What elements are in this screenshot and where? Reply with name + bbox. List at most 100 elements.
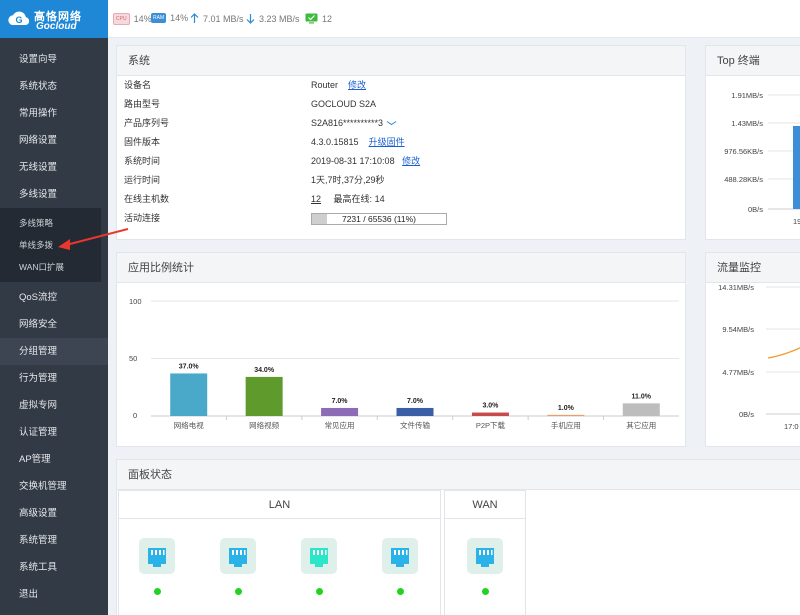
row-value: 4.3.0.15815 升级固件 (311, 133, 405, 152)
link-status-dot (154, 588, 161, 595)
connections-progress-bar: 7231 / 65536 (11%) (311, 212, 447, 225)
bar-value-label: 34.0% (254, 367, 275, 374)
row-value: S2A816**********3 (311, 114, 397, 133)
row-key: 运行时间 (124, 175, 161, 185)
logo[interactable]: G 高恪网络 Gocloud (0, 0, 108, 38)
bar-value-label: 1.0% (558, 405, 575, 412)
sidebar-item-system-management[interactable]: 系统管理 (0, 527, 108, 554)
y-tick-label: 1.91MB/s (731, 91, 763, 100)
online-device-icon (305, 13, 318, 24)
row-key: 设备名 (124, 80, 152, 90)
app-stats-title: 应用比例统计 (117, 253, 685, 283)
lan-port-1[interactable] (139, 538, 175, 574)
sidebar-item-system-status[interactable]: 系统状态 (0, 73, 108, 100)
wan-label-text: WAN (472, 499, 498, 511)
lan-port-4[interactable] (382, 538, 418, 574)
sidebar-subitem-multi-line-policy[interactable]: 多线策略 (0, 212, 101, 234)
download-value: 3.23 MB/s (259, 13, 300, 24)
lan-label-text: LAN (268, 499, 291, 511)
y-tick-label: 976.56KB/s (724, 147, 763, 156)
edit-time-link[interactable]: 修改 (402, 156, 420, 166)
sidebar-submenu-multi-line: 多线策略 单线多拨 WAN口扩展 (0, 208, 101, 282)
app-stats-chart: 100 50 0 37.0% 网络电视 34.0% 网络视频 7.0% 常见应用 7.0% 文… (129, 297, 679, 430)
wan-port-1[interactable] (467, 538, 503, 574)
category-label: 手机应用 (551, 420, 581, 430)
y-tick-label: 100 (129, 297, 142, 306)
sidebar-item-system-tools[interactable]: 系统工具 (0, 554, 108, 581)
ram-value: 14% (170, 13, 189, 23)
row-value: GOCLOUD S2A (311, 99, 377, 109)
x-tick-label: 17:0 (784, 422, 799, 431)
edit-device-name-link[interactable]: 修改 (348, 80, 366, 90)
bar-value-label: 37.0% (179, 363, 200, 370)
sidebar-item-common-operations[interactable]: 常用操作 (0, 100, 108, 127)
lan-label: LAN (119, 491, 440, 519)
sidebar-item-qos[interactable]: QoS流控 (0, 284, 108, 311)
sidebar-item-advanced-settings[interactable]: 高级设置 (0, 500, 108, 527)
y-tick-label: 9.54MB/s (722, 325, 754, 334)
upload-stat: 7.01 MB/s (190, 13, 244, 24)
sidebar-item-network-security[interactable]: 网络安全 (0, 311, 108, 338)
bar (547, 414, 585, 416)
sidebar-item-wireless-settings[interactable]: 无线设置 (0, 154, 108, 181)
link-status-dot (482, 588, 489, 595)
sidebar-item-logout[interactable]: 退出 (0, 581, 108, 608)
download-arrow-icon (246, 14, 255, 24)
online-device-stat: 12 (305, 13, 332, 24)
row-value: 12 最高在线: 14 (311, 190, 385, 209)
row-value: 7231 / 65536 (11%) (311, 209, 447, 228)
flow-monitor-title: 流量监控 (706, 253, 800, 283)
y-tick-label: 0 (133, 411, 137, 420)
category-label: 其它应用 (626, 420, 656, 430)
y-tick-label: 488.28KB/s (724, 175, 763, 184)
system-row-uptime: 运行时间 1天,7时,37分,29秒 (117, 171, 687, 190)
upgrade-firmware-link[interactable]: 升级固件 (369, 137, 405, 147)
upload-value: 7.01 MB/s (203, 13, 244, 24)
y-tick-label: 50 (129, 354, 137, 363)
sidebar-subitem-single-line-multi-dial[interactable]: 单线多拨 (0, 234, 101, 256)
lan-port-3[interactable] (301, 538, 337, 574)
app-stats-panel: 应用比例统计 100 50 0 37.0% 网络电视 34.0% 网络视频 7.0% 常见… (116, 252, 686, 447)
terminal-bar (793, 126, 800, 209)
ethernet-port-icon (310, 548, 328, 567)
sidebar-item-network-settings[interactable]: 网络设置 (0, 127, 108, 154)
serial-value: S2A816**********3 (311, 118, 384, 128)
sidebar-item-switch-management[interactable]: 交换机管理 (0, 473, 108, 500)
row-key: 在线主机数 (124, 194, 170, 204)
sidebar-item-vpn[interactable]: 虚拟专网 (0, 392, 108, 419)
bar (396, 407, 434, 416)
bar-value-label: 7.0% (332, 398, 349, 405)
online-hosts-link[interactable]: 12 (311, 194, 321, 204)
sidebar-subitem-wan-expansion[interactable]: WAN口扩展 (0, 256, 101, 278)
sidebar-item-auth-management[interactable]: 认证管理 (0, 419, 108, 446)
system-time-value: 2019-08-31 17:10:08 (311, 156, 395, 166)
ethernet-port-icon (148, 548, 166, 567)
flow-line (767, 347, 800, 359)
sidebar: 设置向导 系统状态 常用操作 网络设置 无线设置 多线设置 多线策略 单线多拨 … (0, 38, 108, 615)
sidebar-item-multi-line-settings[interactable]: 多线设置 (0, 181, 108, 208)
cloud-logo-icon: G (8, 11, 30, 25)
sidebar-item-group-management[interactable]: 分组管理 (0, 338, 108, 365)
ethernet-port-icon (391, 548, 409, 567)
top-terminal-title: Top 终端 (706, 46, 800, 76)
sidebar-item-behavior-management[interactable]: 行为管理 (0, 365, 108, 392)
system-row-time: 系统时间 2019-08-31 17:10:08 修改 (117, 152, 687, 171)
cpu-stat: CPU 14% (113, 13, 152, 25)
y-tick-label: 4.77MB/s (722, 368, 754, 377)
lan-port-2[interactable] (220, 538, 256, 574)
device-name-value: Router (311, 80, 339, 90)
y-tick-label: 14.31MB/s (718, 283, 754, 292)
sidebar-item-ap-management[interactable]: AP管理 (0, 446, 108, 473)
upload-arrow-icon (190, 13, 199, 23)
system-row-model: 路由型号 GOCLOUD S2A (117, 95, 687, 114)
ram-stat: RAM 14% (151, 13, 188, 23)
bar-value-label: 7.0% (407, 398, 424, 405)
sidebar-item-setup-wizard[interactable]: 设置向导 (0, 46, 108, 73)
max-online-value: 14 (374, 194, 385, 204)
category-label: P2P下载 (476, 420, 506, 430)
expand-chevron-icon[interactable] (386, 120, 397, 126)
bar (622, 403, 660, 416)
logo-text-en: Gocloud (36, 21, 77, 32)
row-key: 系统时间 (124, 156, 161, 166)
system-row-firmware: 固件版本 4.3.0.15815 升级固件 (117, 133, 687, 152)
